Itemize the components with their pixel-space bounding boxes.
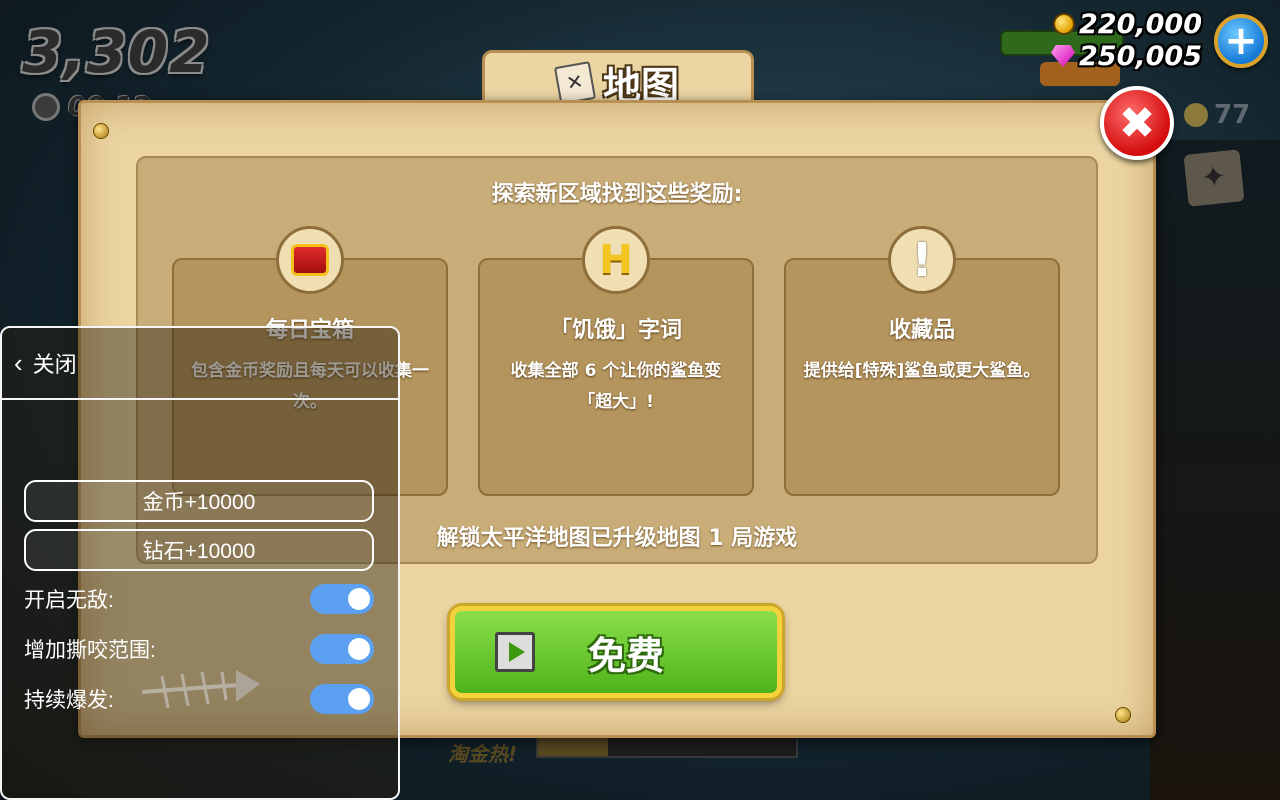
letter-h-icon: H (582, 226, 650, 294)
coin-balance: 220,000 (1079, 8, 1202, 40)
exclamation-icon: ! (888, 226, 956, 294)
stopwatch-icon (32, 93, 60, 121)
coin-row: 220,000 (1051, 8, 1202, 40)
treasure-map-icon: ✕ (553, 60, 597, 105)
video-play-icon (495, 632, 535, 672)
background-rock (1150, 140, 1280, 800)
constant-boost-switch[interactable] (310, 684, 374, 714)
score-display: 3,302 (22, 18, 211, 86)
chevron-left-icon: ‹ (14, 347, 23, 378)
currency-panel: 220,000 250,005 (1051, 8, 1202, 72)
gold-rush-bar (536, 736, 798, 758)
reward-card-hungry-letters: H 「饥饿」字词 收集全部 6 个让你的鲨鱼变「超大」! (478, 226, 754, 496)
gold-rush-label: 淘金热! (448, 742, 518, 766)
card-title: 收藏品 (888, 318, 955, 343)
toggle-label: 开启无敌: (24, 589, 114, 612)
chest-icon (276, 226, 344, 294)
toggle-label: 持续爆发: (24, 689, 114, 712)
pin-icon (1115, 707, 1131, 723)
gem-row: 250,005 (1051, 40, 1202, 72)
reward-card-collectibles: ! 收藏品 提供给[特殊]鲨鱼或更大鲨鱼。 (784, 226, 1060, 496)
background-coin-value: 77 (1214, 100, 1251, 130)
close-icon: ✖ (1118, 97, 1156, 149)
constant-boost-toggle-row: 持续爆发: (24, 681, 374, 717)
background-coin-counter: 77 (1184, 100, 1250, 130)
close-dialog-button[interactable]: ✖ (1100, 86, 1174, 160)
pin-icon (93, 123, 109, 139)
toggle-label: 增加撕咬范围: (24, 639, 156, 662)
gem-icon (1051, 45, 1076, 67)
card-description: 收集全部 6 个让你的鲨鱼变「超大」! (510, 361, 722, 412)
add-currency-button[interactable]: + (1214, 14, 1268, 68)
card-title: 「饥饿」字词 (549, 318, 682, 343)
card-description: 提供给[特殊]鲨鱼或更大鲨鱼。 (803, 361, 1041, 381)
coin-icon (1184, 103, 1208, 127)
close-label: 关闭 (32, 352, 77, 377)
add-gems-button[interactable]: 钻石+10000 (24, 529, 374, 571)
free-button-label: 免费 (587, 633, 664, 678)
plus-icon: + (1224, 18, 1258, 64)
add-coins-button[interactable]: 金币+10000 (24, 480, 374, 522)
cheat-menu-close[interactable]: ‹ 关闭 (2, 328, 398, 400)
invincible-switch[interactable] (310, 584, 374, 614)
coin-icon (1053, 13, 1076, 35)
gem-balance: 250,005 (1079, 40, 1202, 72)
invincible-toggle-row: 开启无敌: (24, 581, 374, 617)
bite-range-toggle-row: 增加撕咬范围: (24, 631, 374, 667)
bite-range-switch[interactable] (310, 634, 374, 664)
rewards-heading: 探索新区域找到这些奖励: (491, 182, 743, 207)
free-button[interactable]: 免费 (450, 606, 782, 698)
